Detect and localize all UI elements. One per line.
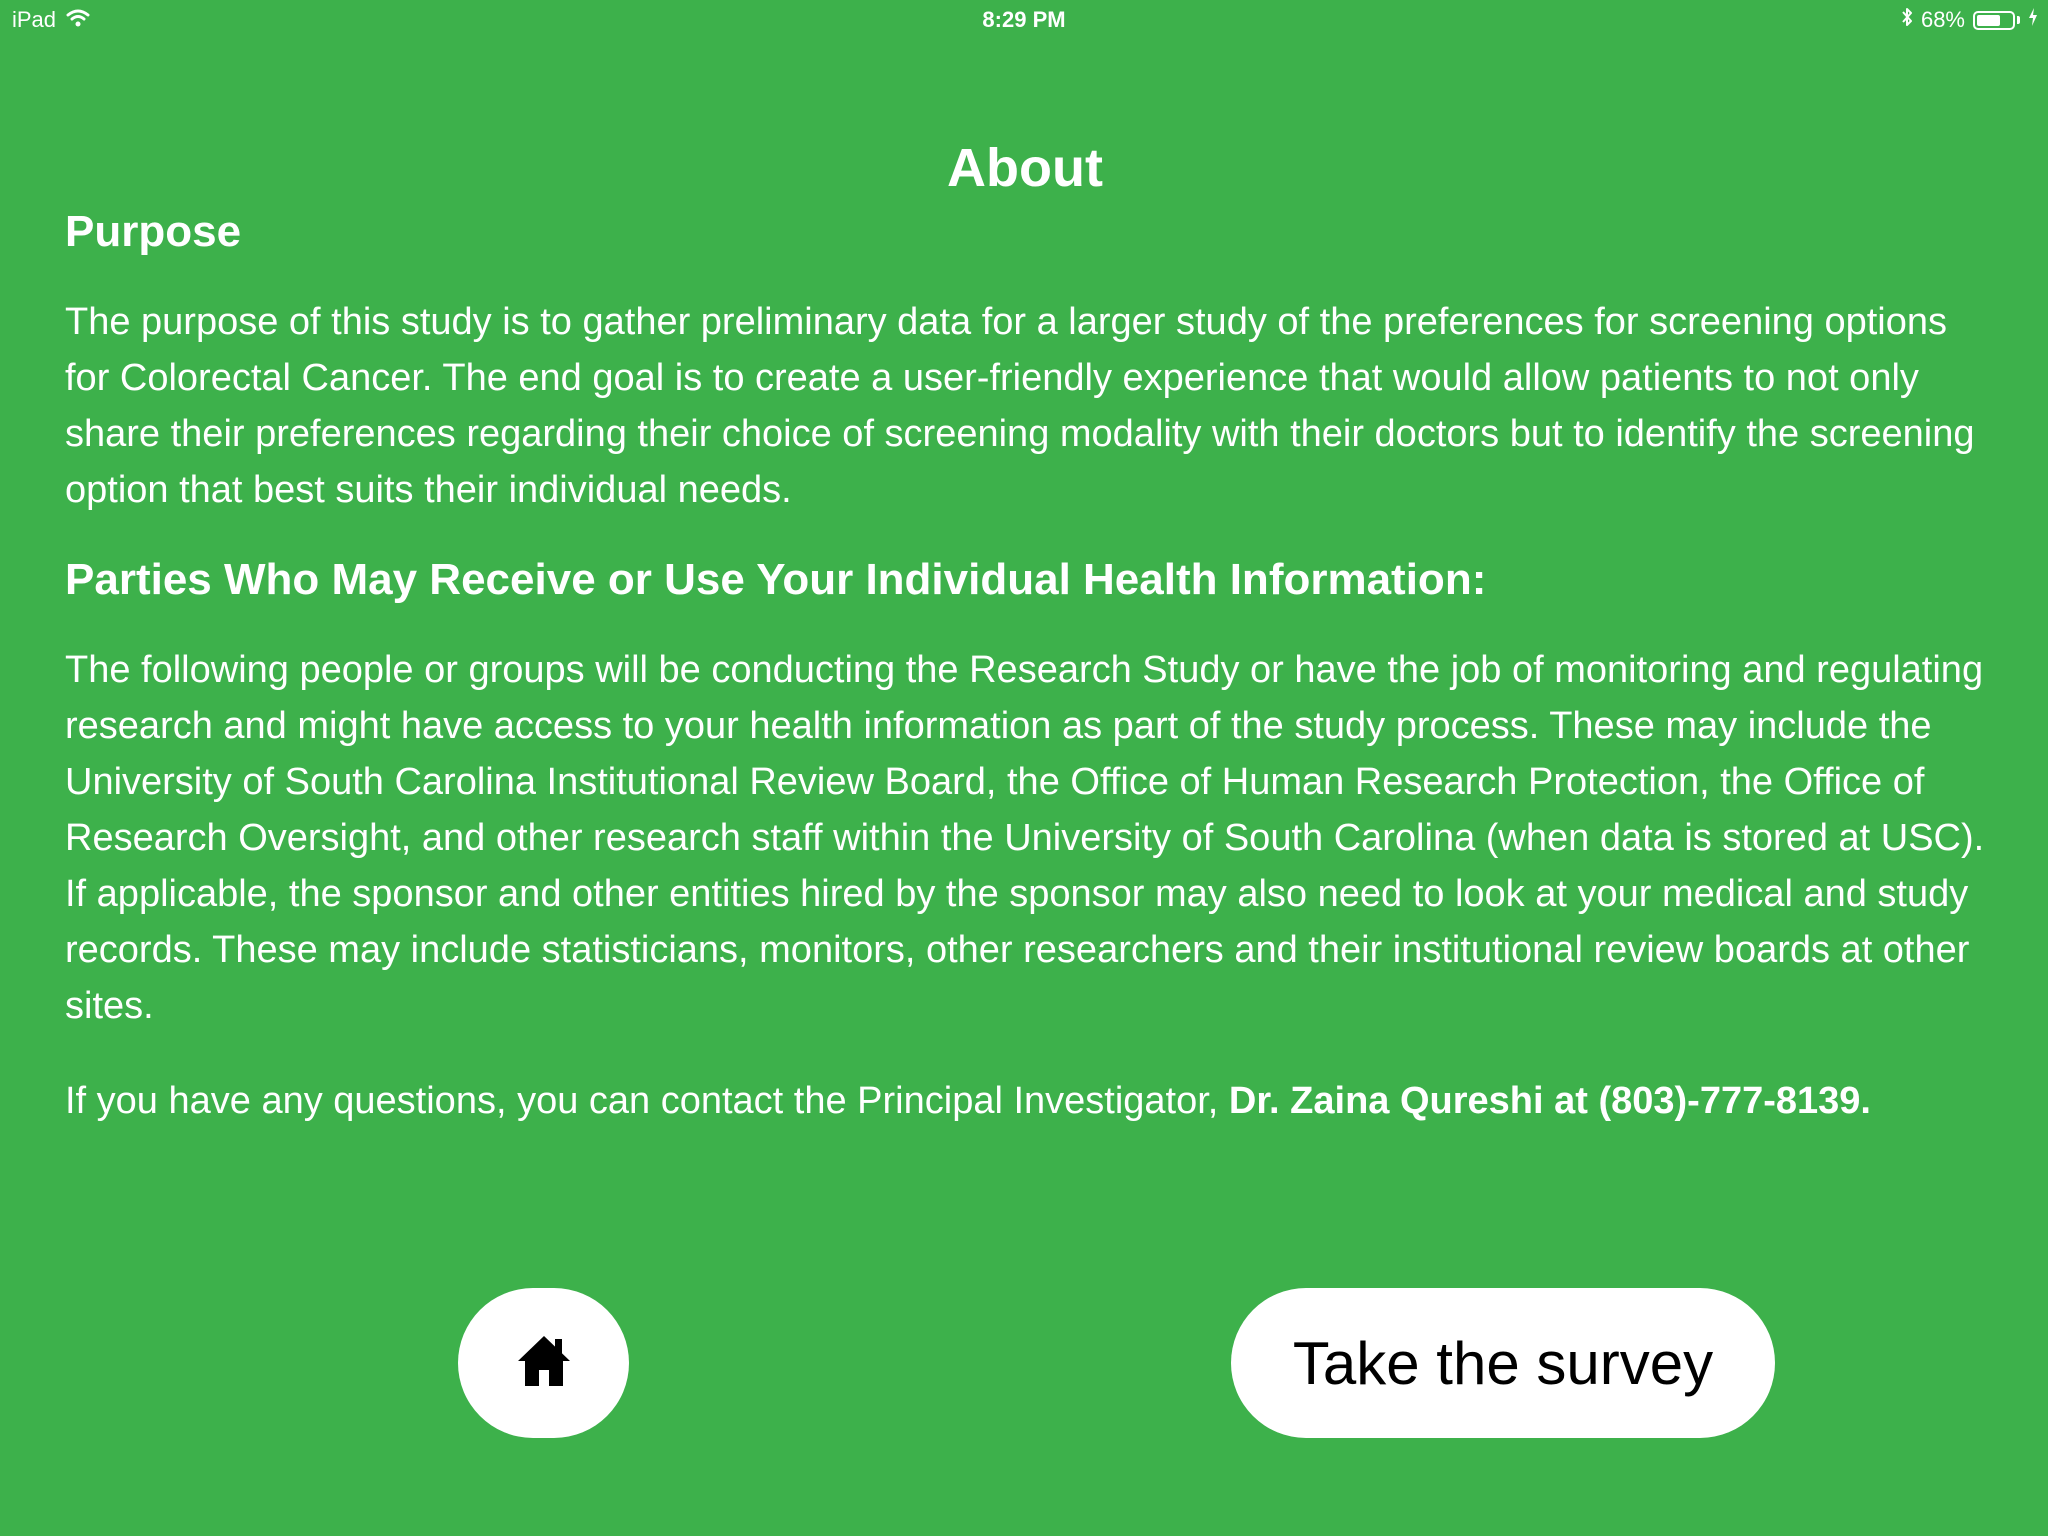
purpose-heading: Purpose	[65, 207, 242, 256]
battery-icon	[1973, 10, 2015, 30]
home-button[interactable]	[458, 1288, 629, 1438]
status-time: 8:29 PM	[982, 7, 1066, 32]
battery-cap	[2017, 16, 2020, 24]
contact-text: If you have any questions, you can conta…	[65, 1080, 1229, 1122]
parties-heading: Parties Who May Receive or Use Your Indi…	[65, 555, 1487, 604]
about-content: About Purpose The purpose of this study …	[65, 130, 1985, 1129]
battery-percent: 68%	[1920, 7, 1965, 32]
battery-level-fill	[1977, 14, 2001, 26]
principal-investigator-contact: Dr. Zaina Qureshi at (803)-777-8139.	[1228, 1080, 1871, 1122]
status-right: 68%	[1901, 7, 2038, 33]
take-survey-button[interactable]: Take the survey	[1231, 1288, 1775, 1438]
home-icon	[516, 1334, 572, 1393]
page-title: About	[947, 138, 1103, 198]
parties-paragraph: The following people or groups will be c…	[65, 649, 1985, 1027]
status-bar: iPad 8:29 PM 68%	[0, 0, 2048, 40]
charging-icon	[2028, 7, 2038, 33]
bluetooth-icon	[1901, 7, 1913, 33]
purpose-paragraph: The purpose of this study is to gather p…	[65, 301, 1975, 511]
contact-paragraph: If you have any questions, you can conta…	[65, 1073, 1985, 1129]
